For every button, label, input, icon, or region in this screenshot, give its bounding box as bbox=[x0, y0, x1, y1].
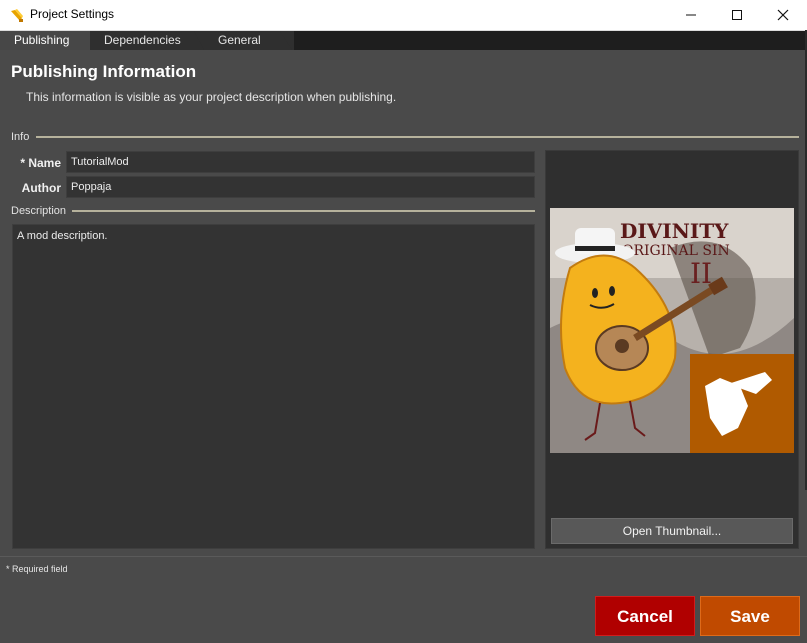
minimize-button[interactable] bbox=[668, 0, 714, 30]
page-subtitle: This information is visible as your proj… bbox=[26, 90, 397, 104]
tab-dependencies[interactable]: Dependencies bbox=[90, 31, 208, 50]
maximize-icon bbox=[732, 10, 742, 20]
author-field[interactable]: Poppaja bbox=[66, 176, 535, 198]
close-icon bbox=[777, 9, 789, 21]
description-section-rule bbox=[72, 210, 535, 212]
maximize-button[interactable] bbox=[714, 0, 760, 30]
svg-text:DIVINITY: DIVINITY bbox=[620, 219, 729, 243]
description-textarea[interactable]: A mod description. bbox=[12, 224, 535, 549]
tab-bar: Publishing Dependencies General bbox=[0, 31, 807, 50]
required-field-note: * Required field bbox=[6, 564, 68, 574]
tab-divider bbox=[194, 31, 204, 50]
author-label: Author bbox=[21, 181, 61, 195]
window-title: Project Settings bbox=[30, 7, 115, 21]
close-button[interactable] bbox=[760, 0, 806, 30]
minimize-icon bbox=[686, 14, 696, 16]
tab-divider bbox=[280, 31, 292, 50]
title-bar: Project Settings bbox=[0, 0, 807, 31]
save-button[interactable]: Save bbox=[700, 596, 800, 636]
app-icon bbox=[11, 9, 23, 22]
footer-divider bbox=[0, 556, 807, 557]
name-label: * Name bbox=[20, 156, 61, 170]
description-section-label: Description bbox=[11, 205, 67, 217]
info-section-rule bbox=[36, 136, 799, 138]
cancel-button[interactable]: Cancel bbox=[595, 596, 695, 636]
info-section-label: Info bbox=[11, 131, 30, 143]
tab-divider bbox=[76, 31, 90, 50]
thumbnail-image: DIVINITY ORIGINAL SIN II bbox=[550, 208, 794, 453]
open-thumbnail-button[interactable]: Open Thumbnail... bbox=[551, 518, 793, 544]
name-field[interactable]: TutorialMod bbox=[66, 151, 535, 173]
svg-text:ORIGINAL SIN: ORIGINAL SIN bbox=[622, 243, 730, 259]
page-title: Publishing Information bbox=[11, 62, 197, 81]
